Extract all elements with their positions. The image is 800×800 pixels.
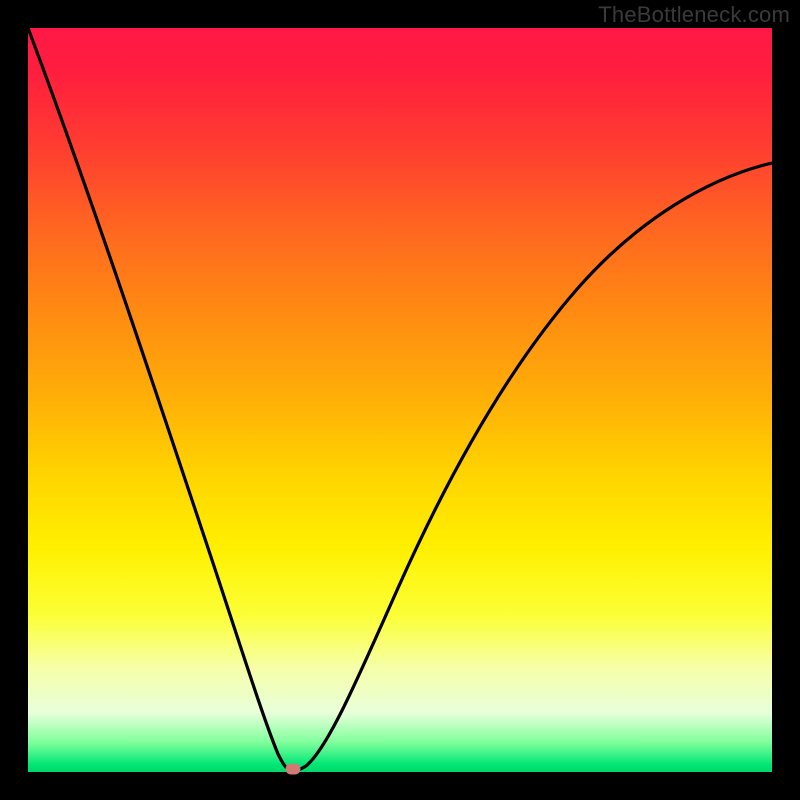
optimal-point-marker (286, 764, 301, 775)
chart-frame: TheBottleneck.com (0, 0, 800, 800)
watermark-text: TheBottleneck.com (598, 2, 790, 28)
plot-area (28, 28, 772, 772)
bottleneck-curve (28, 28, 772, 772)
curve-path (28, 28, 772, 771)
